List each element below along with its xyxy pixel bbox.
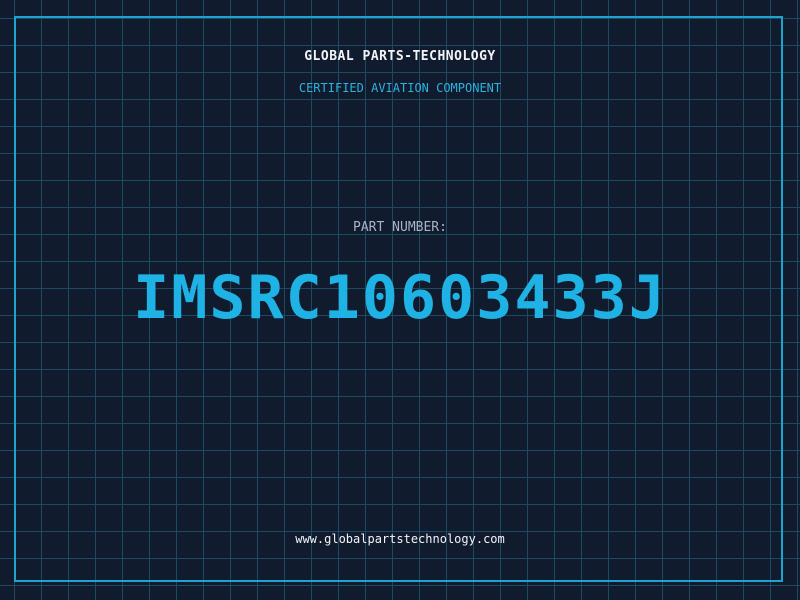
website-url: www.globalpartstechnology.com xyxy=(295,532,505,546)
part-number-label: PART NUMBER: xyxy=(353,220,447,235)
part-number-value: IMSRC10603433J xyxy=(133,263,667,333)
brand-name: GLOBAL PARTS-TECHNOLOGY xyxy=(304,49,496,64)
certification-subtitle: CERTIFIED AVIATION COMPONENT xyxy=(298,81,502,95)
